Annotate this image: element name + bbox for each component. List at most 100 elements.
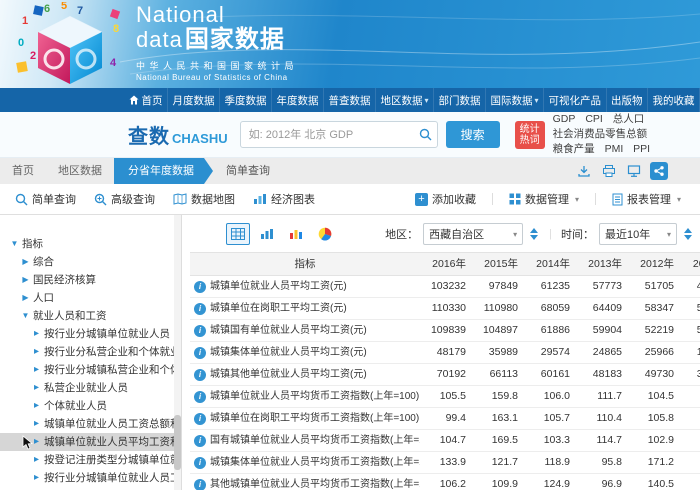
value-cell: 109839 [420,320,472,341]
search-box [240,121,438,148]
value-cell: 169.5 [472,430,524,451]
time-filter-label: 时间： [561,226,594,242]
table-row[interactable]: 城镇集体单位就业人员平均工资(元) 48179 35989 29574 2486… [190,342,700,364]
year-column-header[interactable]: 2016年 [420,253,472,275]
toolbar-divider [595,193,596,205]
sidebar-scrollbar[interactable] [174,215,181,490]
hot-word-link[interactable]: CPI [585,112,603,127]
nav-item[interactable]: 季度数据 [220,88,272,112]
info-icon[interactable] [194,435,206,447]
nav-item[interactable]: 部门数据 [434,88,486,112]
info-icon[interactable] [194,391,206,403]
nav-item[interactable]: 可视化产品 [544,88,607,112]
nav-item[interactable]: 年度数据 [272,88,324,112]
info-icon[interactable] [194,369,206,381]
year-column-header[interactable]: 2012年 [628,253,680,275]
table-view-button[interactable] [226,223,250,245]
table-row[interactable]: 城镇单位就业人员平均货币工资指数(上年=100) 105.5 159.8 106… [190,386,700,408]
data-manage-button[interactable]: 数据管理 [500,191,588,207]
info-icon[interactable] [194,303,206,315]
year-column-header[interactable]: 2014年 [524,253,576,275]
hot-word-link[interactable]: 社会消费品零售总额 [553,127,648,142]
nav-item[interactable]: 国际数据 [486,88,544,112]
hot-word-link[interactable]: PPI [633,142,650,157]
search-magnifier-icon[interactable] [419,128,432,146]
info-icon[interactable] [194,413,206,425]
info-icon[interactable] [194,347,206,359]
info-icon[interactable] [194,325,206,337]
search-button[interactable]: 搜索 [446,121,500,148]
monitor-icon[interactable] [625,162,643,180]
year-column-header[interactable]: 2013年 [576,253,628,275]
sidebar-tree-item[interactable]: 个体就业人员 [0,397,181,415]
year-column-header[interactable]: 2015年 [472,253,524,275]
region-select[interactable]: 西藏自治区 [423,223,523,245]
tree-item-label: 按登记注册类型分城镇单位就业人员 [44,451,181,469]
value-cell: 106.2 [420,474,472,490]
table-row[interactable]: 城镇单位在岗职工平均工资(元) 110330 110980 68059 6440… [190,298,700,320]
nav-item-label: 地区数据 [381,93,423,108]
bar-chart-view-button[interactable] [255,223,279,245]
nav-item[interactable]: 月度数据 [168,88,220,112]
sidebar-tree-item[interactable]: 城镇单位就业人员工资总额和指数 [0,415,181,433]
table-row[interactable]: 城镇其他单位就业人员平均工资(元) 70192 66113 60161 4818… [190,364,700,386]
search-input[interactable] [241,122,437,147]
query-toolbar: 简单查询 高级查询 数据地图 经济图表 添加收藏 数据管理 [0,184,700,215]
nav-item[interactable]: 普查数据 [324,88,376,112]
table-row[interactable]: 国有城镇单位就业人员平均货币工资指数(上年=100) 104.7 169.5 1… [190,430,700,452]
region-updown-icon[interactable] [530,228,538,240]
report-manage-button[interactable]: 报表管理 [603,191,690,207]
year-column-header[interactable]: 2011年 [680,253,700,275]
hot-word-link[interactable]: PMI [605,142,624,157]
value-cell: 58347 [628,298,680,319]
time-select[interactable]: 最近10年 [599,223,677,245]
advanced-query-button[interactable]: 高级查询 [85,184,164,214]
sidebar-tree-item[interactable]: 人口 [0,289,181,307]
nav-item[interactable]: 首页 [124,88,168,112]
breadcrumb-home[interactable]: 首页 [0,158,46,184]
nav-item[interactable]: 出版物 [607,88,649,112]
print-icon[interactable] [600,162,618,180]
column-chart-view-button[interactable] [284,223,308,245]
sidebar-tree-item[interactable]: 按行业分城镇单位就业人员 [0,325,181,343]
breadcrumb-active-tab[interactable]: 分省年度数据 [114,158,204,184]
share-icon[interactable] [650,162,668,180]
time-updown-icon[interactable] [684,228,692,240]
info-icon[interactable] [194,457,206,469]
sidebar-tree-item[interactable]: 就业人员和工资 [0,307,181,325]
download-icon[interactable] [575,162,593,180]
hot-words-list: GDP CPI 总人口 社会消费品零售总额 粮食产量 PMI PPI [553,112,700,157]
breadcrumb-section[interactable]: 地区数据 [46,158,114,184]
breadcrumb-actions [575,158,668,184]
sidebar-tree-item[interactable]: 按行业分私营企业和个体就业人员 [0,343,181,361]
info-icon[interactable] [194,281,206,293]
sidebar-tree-item[interactable]: 私营企业就业人员 [0,379,181,397]
table-row[interactable]: 其他城镇单位就业人员平均货币工资指数(上年=100) 106.2 109.9 1… [190,474,700,490]
nav-item[interactable]: 地区数据 [376,88,434,112]
pie-chart-view-button[interactable] [313,223,337,245]
sidebar-tree-item[interactable]: 综合 [0,253,181,271]
sidebar-tree-item[interactable]: 按行业分城镇单位就业人员工资总额 [0,469,181,487]
simple-query-button[interactable]: 简单查询 [6,184,85,214]
add-favorite-label: 添加收藏 [432,191,476,207]
hot-word-link[interactable]: 总人口 [613,112,645,127]
table-row[interactable]: 城镇单位在岗职工平均货币工资指数(上年=100) 99.4 163.1 105.… [190,408,700,430]
sidebar-tree-item[interactable]: 城镇单位就业人员平均工资和指数 [0,433,181,451]
sidebar-tree-item[interactable]: 国民经济核算 [0,271,181,289]
sidebar-tree-item[interactable]: 按行业分城镇私营企业和个体就业人员 [0,361,181,379]
svg-text:2: 2 [30,50,36,62]
sidebar-tree-item[interactable]: 指标 [0,235,181,253]
add-favorite-button[interactable]: 添加收藏 [406,191,485,207]
econ-chart-button[interactable]: 经济图表 [244,184,324,214]
sidebar-tree-item[interactable]: 按登记注册类型分城镇单位就业人员 [0,451,181,469]
breadcrumb-mode[interactable]: 简单查询 [216,158,280,184]
hot-word-link[interactable]: GDP [553,112,576,127]
info-icon[interactable] [194,479,206,490]
table-row[interactable]: 城镇集体单位就业人员平均货币工资指数(上年=100) 133.9 121.7 1… [190,452,700,474]
table-row[interactable]: 城镇单位就业人员平均工资(元) 103232 97849 61235 57773… [190,276,700,298]
table-row[interactable]: 城镇国有单位就业人员平均工资(元) 109839 104897 61886 59… [190,320,700,342]
nav-item[interactable]: 我的收藏 [648,88,700,112]
scrollbar-thumb[interactable] [174,415,181,470]
hot-word-link[interactable]: 粮食产量 [553,142,595,157]
data-map-button[interactable]: 数据地图 [164,184,244,214]
